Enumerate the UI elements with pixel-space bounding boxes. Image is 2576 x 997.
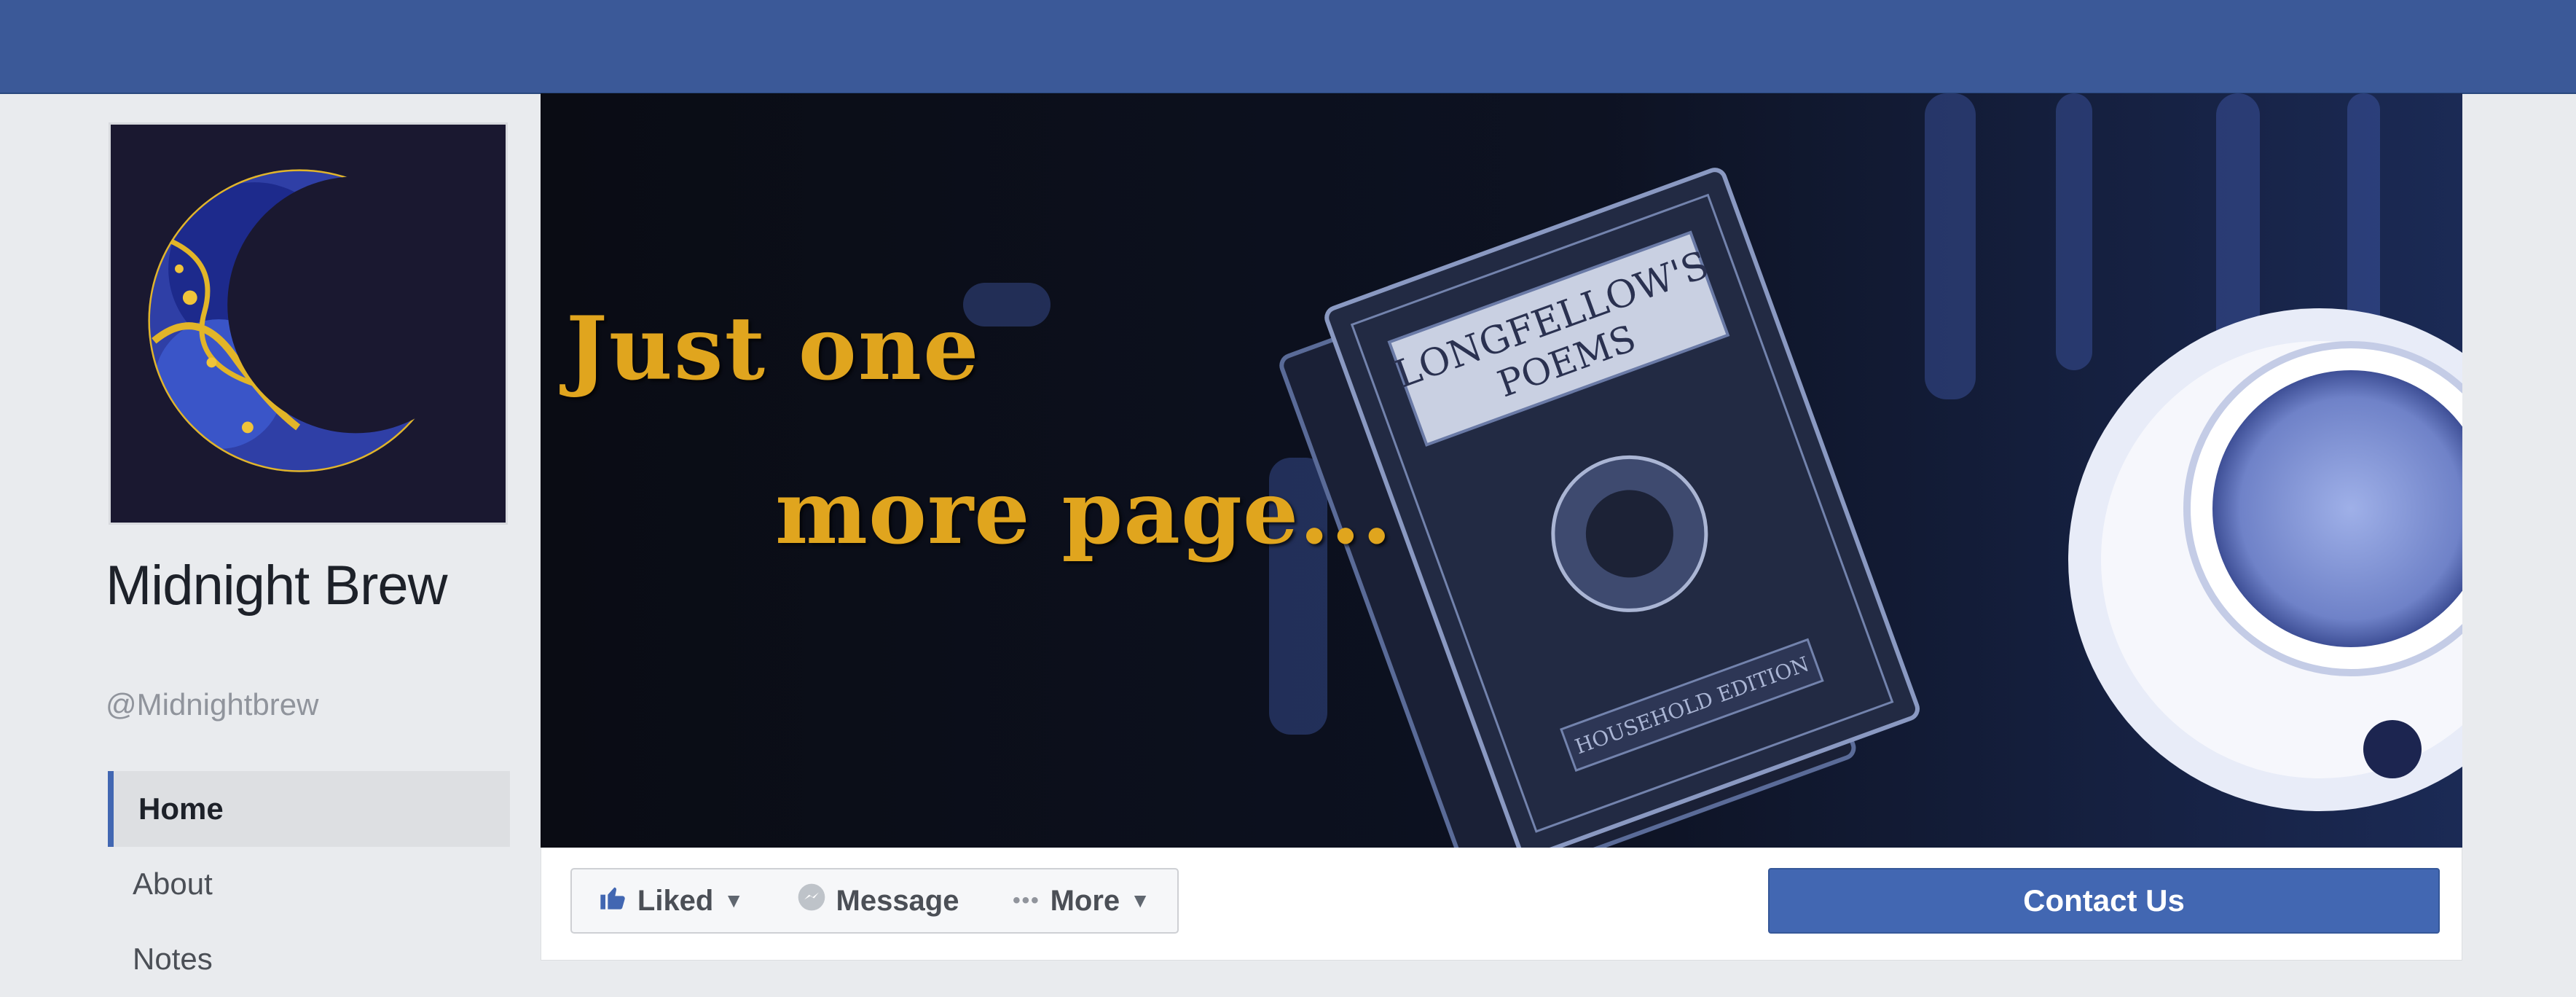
- sidebar-item-notes[interactable]: Notes: [108, 921, 510, 997]
- cover-headline-line1: Just one: [566, 297, 981, 400]
- message-label: Message: [836, 884, 959, 917]
- page-handle[interactable]: @Midnightbrew: [106, 687, 318, 722]
- thumbs-up-icon: [598, 883, 627, 919]
- crescent-moon-logo: [111, 125, 506, 523]
- profile-picture[interactable]: [109, 122, 508, 525]
- caret-down-icon: ▼: [723, 889, 745, 912]
- message-button[interactable]: Message: [770, 868, 987, 934]
- sidebar-item-home[interactable]: Home: [108, 771, 510, 847]
- cover-headline-line2: more page...: [775, 461, 1393, 564]
- contact-us-button[interactable]: Contact Us: [1768, 868, 2440, 934]
- liked-button[interactable]: Liked ▼: [570, 868, 771, 934]
- top-navigation-bar: [0, 0, 2576, 94]
- more-label: More: [1050, 884, 1120, 917]
- more-button[interactable]: ••• More ▼: [986, 868, 1179, 934]
- caret-down-icon: ▼: [1130, 889, 1150, 912]
- messenger-icon: [797, 883, 826, 919]
- ellipsis-icon: •••: [1013, 888, 1040, 912]
- page-name[interactable]: Midnight Brew: [106, 554, 448, 617]
- page-action-bar: Liked ▼ Message ••• More ▼ Contact Us: [541, 848, 2462, 961]
- liked-label: Liked: [637, 884, 714, 917]
- cover-photo[interactable]: LONGFELLOW'S POEMS HOUSEHOLD EDITION Jus…: [541, 93, 2462, 848]
- sidebar-item-about[interactable]: About: [108, 846, 510, 922]
